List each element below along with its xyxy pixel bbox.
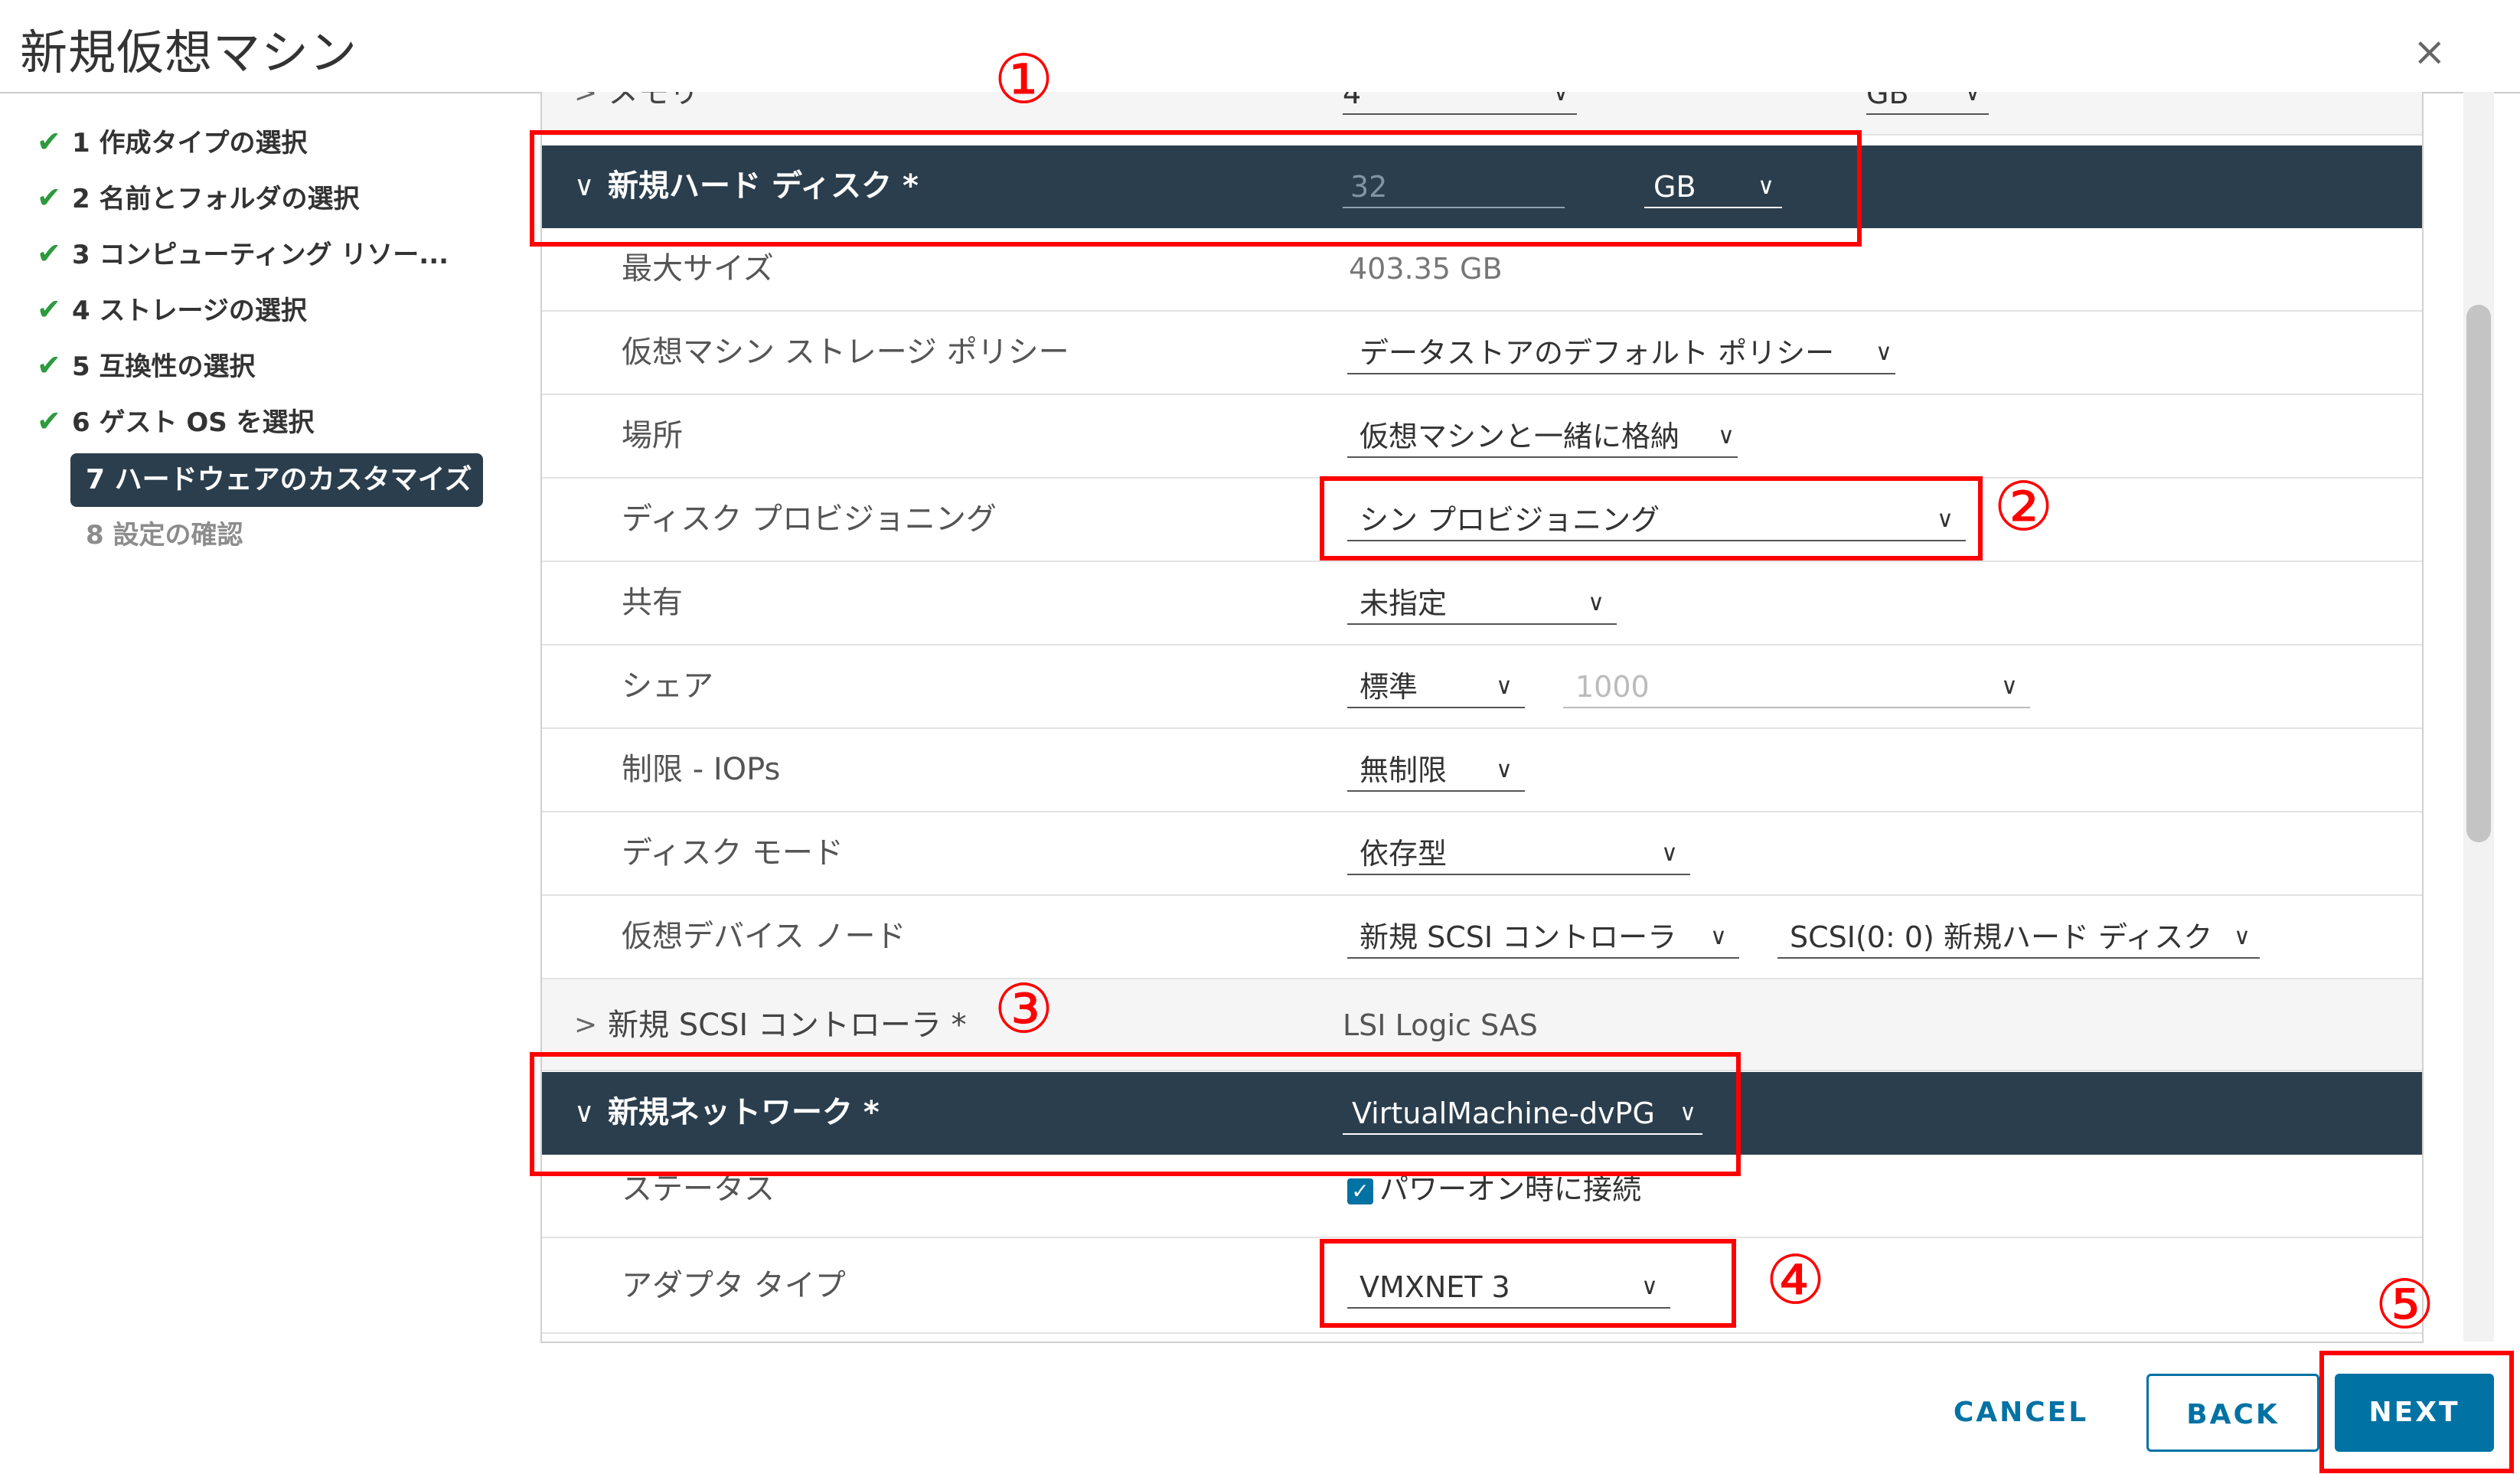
storage-policy-value: データストアのデフォルト ポリシー <box>1360 336 1835 370</box>
limit-iops-label: 制限 - IOPs <box>622 752 781 787</box>
annotation-number-2: ② <box>1993 467 2054 546</box>
shares-value-select[interactable]: 1000 ∨ <box>1563 665 2030 708</box>
storage-policy-select[interactable]: データストアのデフォルト ポリシー ∨ <box>1347 332 1895 374</box>
check-icon: ✔ <box>37 293 61 326</box>
memory-label: メモリ <box>608 92 700 110</box>
step-6[interactable]: ✔ 6 ゲスト OS を選択 <box>37 402 315 440</box>
chevron-down-icon: ∨ <box>2234 923 2251 950</box>
connect-at-power-on-label: パワーオン時に接続 <box>1379 1172 1642 1206</box>
step-label: 8 設定の確認 <box>86 520 243 551</box>
shares-select[interactable]: 標準 ∨ <box>1347 665 1525 708</box>
step-label: 7 ハードウェアのカスタマイズ <box>86 464 472 495</box>
chevron-down-icon: ∨ <box>1875 339 1892 366</box>
step-label: 3 コンピューティング リソー... <box>72 240 449 270</box>
disk-mode-label: ディスク モード <box>622 835 844 871</box>
storage-policy-row: 仮想マシン ストレージ ポリシー データストアのデフォルト ポリシー ∨ <box>542 312 2422 395</box>
location-row: 場所 仮想マシンと一緒に格納 ∨ <box>542 395 2422 479</box>
device-node-value: SCSI(0: 0) 新規ハード ディスク <box>1790 920 2213 954</box>
annotation-number-3: ③ <box>994 969 1054 1048</box>
annotation-number-5: ⑤ <box>2375 1265 2435 1344</box>
memory-row: > メモリ 4 ∨ GB ∨ <box>542 92 2422 136</box>
step-7-current[interactable]: 7 ハードウェアのカスタマイズ <box>70 453 483 507</box>
disk-mode-value: 依存型 <box>1360 837 1448 871</box>
limit-iops-select[interactable]: 無制限 ∨ <box>1347 749 1525 792</box>
cancel-button[interactable]: CANCEL <box>1944 1374 2097 1452</box>
sharing-value: 未指定 <box>1360 587 1448 620</box>
limit-iops-row: 制限 - IOPs 無制限 ∨ <box>542 729 2422 812</box>
location-label: 場所 <box>622 418 683 453</box>
step-1[interactable]: ✔ 1 作成タイプの選択 <box>37 123 308 161</box>
step-2[interactable]: ✔ 2 名前とフォルダの選択 <box>37 178 360 217</box>
storage-policy-label: 仮想マシン ストレージ ポリシー <box>622 335 1069 370</box>
chevron-down-icon: ∨ <box>1496 757 1513 783</box>
checkbox-checked-icon[interactable]: ✓ <box>1347 1178 1373 1204</box>
annotation-box-2 <box>1320 476 1983 561</box>
memory-unit-select[interactable]: GB ∨ <box>1866 92 1989 115</box>
check-icon: ✔ <box>37 125 61 159</box>
shares-label: シェア <box>622 668 713 704</box>
step-label: 4 ストレージの選択 <box>72 296 307 326</box>
virtual-device-node-label: 仮想デバイス ノード <box>622 919 906 954</box>
chevron-down-icon: ∨ <box>1552 92 1569 106</box>
chevron-down-icon: ∨ <box>1496 673 1513 700</box>
step-8: 8 設定の確認 <box>86 516 243 554</box>
annotation-box-1 <box>530 130 1862 247</box>
location-select[interactable]: 仮想マシンと一緒に格納 ∨ <box>1347 415 1738 458</box>
chevron-down-icon: ∨ <box>1661 840 1678 867</box>
step-label: 1 作成タイプの選択 <box>72 128 308 159</box>
chevron-down-icon: ∨ <box>1718 423 1735 449</box>
limit-iops-value: 無制限 <box>1360 753 1448 787</box>
controller-select[interactable]: 新規 SCSI コントローラ ∨ <box>1347 916 1739 959</box>
shares-row: シェア 標準 ∨ 1000 ∨ <box>542 645 2422 729</box>
step-label: 6 ゲスト OS を選択 <box>72 407 315 438</box>
virtual-device-node-row: 仮想デバイス ノード 新規 SCSI コントローラ ∨ SCSI(0: 0) 新規… <box>542 896 2422 979</box>
memory-size-select[interactable]: 4 ∨ <box>1343 92 1577 115</box>
adapter-type-label: アダプタ タイプ <box>622 1268 846 1303</box>
shares-number-value: 1000 <box>1575 670 1650 704</box>
check-icon: ✔ <box>37 237 61 270</box>
sharing-label: 共有 <box>622 585 683 620</box>
chevron-down-icon: ∨ <box>1588 590 1604 616</box>
next-button[interactable]: NEXT <box>2335 1374 2494 1452</box>
check-icon: ✔ <box>37 348 61 382</box>
sharing-select[interactable]: 未指定 ∨ <box>1347 582 1617 625</box>
annotation-box-4 <box>1320 1239 1736 1328</box>
controller-value: 新規 SCSI コントローラ <box>1360 920 1677 954</box>
step-label: 5 互換性の選択 <box>72 351 256 382</box>
close-icon[interactable]: × <box>2413 32 2447 72</box>
check-icon: ✔ <box>37 404 61 438</box>
scrollbar-thumb[interactable] <box>2466 305 2491 842</box>
disk-provisioning-label: ディスク プロビジョニング <box>622 502 997 537</box>
expand-icon[interactable]: > <box>574 92 597 134</box>
chevron-down-icon: ∨ <box>1710 923 1727 950</box>
sharing-row: 共有 未指定 ∨ <box>542 562 2422 645</box>
location-value: 仮想マシンと一緒に格納 <box>1360 420 1680 453</box>
step-5[interactable]: ✔ 5 互換性の選択 <box>37 346 256 384</box>
check-icon: ✔ <box>37 181 61 214</box>
chevron-down-icon: ∨ <box>2001 673 2018 700</box>
disk-mode-row: ディスク モード 依存型 ∨ <box>542 812 2422 896</box>
back-button[interactable]: BACK <box>2146 1374 2319 1452</box>
shares-value: 標準 <box>1360 670 1418 704</box>
step-3[interactable]: ✔ 3 コンピューティング リソー... <box>37 234 449 273</box>
annotation-box-3 <box>530 1052 1741 1176</box>
annotation-number-4: ④ <box>1765 1240 1826 1319</box>
chevron-down-icon: ∨ <box>1964 92 1981 106</box>
step-label: 2 名前とフォルダの選択 <box>72 184 360 214</box>
annotation-number-1: ① <box>994 40 1054 119</box>
device-node-select[interactable]: SCSI(0: 0) 新規ハード ディスク ∨ <box>1777 916 2260 959</box>
memory-unit-value: GB <box>1866 92 1909 110</box>
step-4[interactable]: ✔ 4 ストレージの選択 <box>37 290 307 328</box>
disk-mode-select[interactable]: 依存型 ∨ <box>1347 832 1690 875</box>
dialog-title: 新規仮想マシン <box>20 25 358 80</box>
memory-size-value: 4 <box>1343 92 1362 110</box>
